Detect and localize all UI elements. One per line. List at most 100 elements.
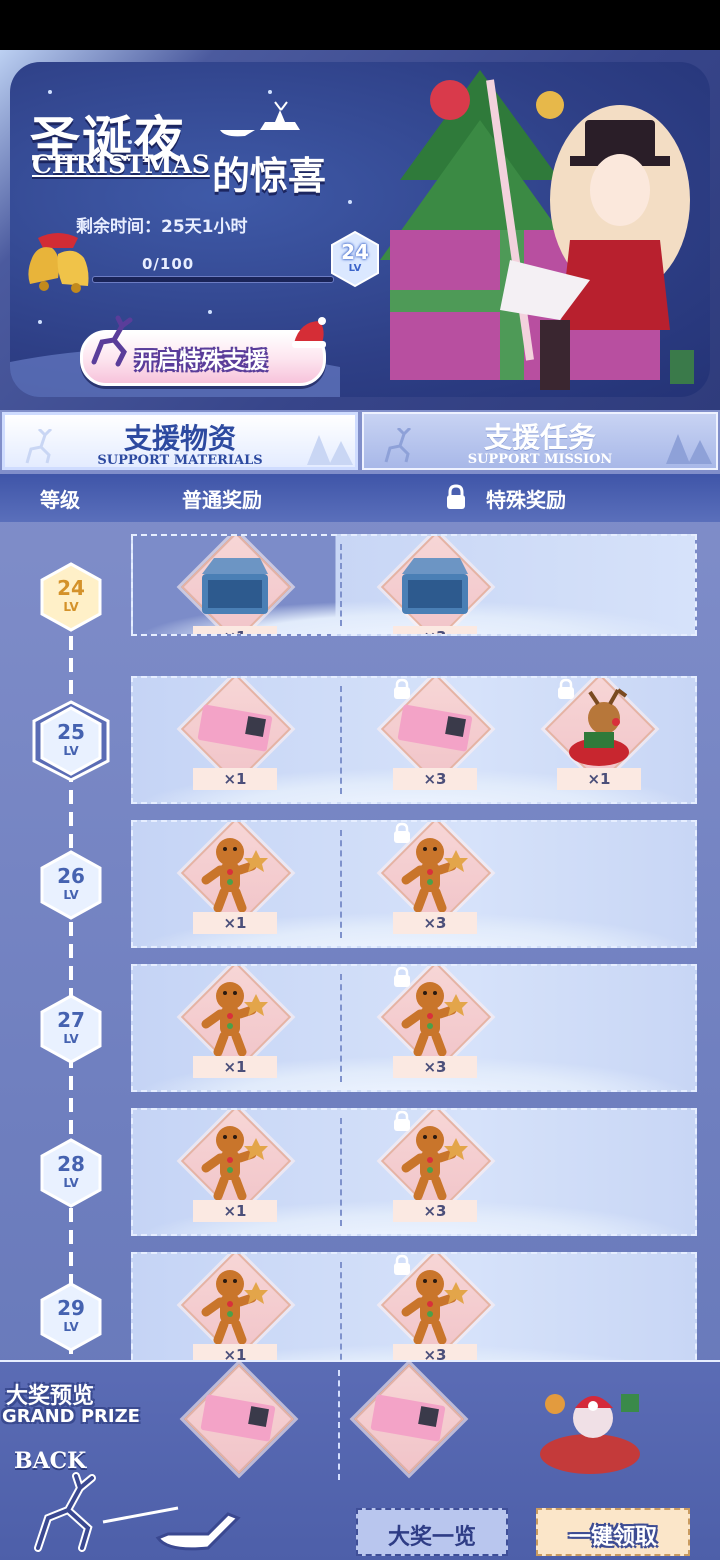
- gingerbread-man-icon: [401, 838, 468, 912]
- reward-item[interactable]: ×3: [380, 536, 492, 634]
- lock-icon: [558, 678, 574, 699]
- reward-item[interactable]: ×3: [380, 1110, 492, 1234]
- reward-item[interactable]: ×1: [180, 822, 292, 946]
- level-unit: LV: [63, 600, 79, 614]
- reward-divider: [340, 544, 342, 626]
- reward-row[interactable]: 26 LV ×1 ×3: [0, 820, 720, 954]
- reward-row[interactable]: 25 LV ×1 ×3 ×1: [0, 676, 720, 810]
- level-number: 28: [57, 1152, 85, 1176]
- reward-item[interactable]: ×3: [380, 678, 492, 802]
- bottom-bar: 大奖预览 GRAND PRIZE BACK 大奖一览 一键领取: [0, 1360, 720, 1560]
- level-badge: 29 LV: [30, 1276, 112, 1358]
- reward-item[interactable]: ×1: [180, 536, 292, 634]
- reward-divider: [340, 686, 342, 794]
- battle-pass-page: 圣诞夜 CHRISTMAS 的惊喜 剩余时间：25天1小时 0/100 24 L…: [0, 50, 720, 1560]
- event-title-suffix: 的惊喜: [212, 153, 327, 198]
- reward-item[interactable]: ×1: [180, 678, 292, 802]
- gingerbread-man-icon: [401, 1270, 468, 1344]
- grand-prize-item[interactable]: [530, 1366, 650, 1488]
- lock-icon: [394, 1254, 410, 1275]
- lock-icon: [394, 822, 410, 843]
- gingerbread-man-icon: [201, 838, 268, 912]
- exp-progress-text: 0/100: [142, 255, 195, 273]
- header-normal-reward: 普通奖励: [182, 488, 262, 512]
- tab-subtitle: SUPPORT MATERIALS: [97, 453, 263, 468]
- level-number: 24: [57, 576, 85, 600]
- event-title-en: CHRISTMAS: [32, 150, 210, 179]
- special-support-label: 开启特殊支援: [135, 349, 268, 374]
- reward-card: ×1 ×3: [131, 1252, 697, 1360]
- reward-row[interactable]: 28 LV ×1 ×3: [0, 1108, 720, 1242]
- blue-ammo-crate-icon: [202, 558, 268, 614]
- back-button-label: BACK: [14, 1448, 87, 1474]
- reindeer-icon: [91, 315, 133, 367]
- claim-all-button[interactable]: 一键领取: [536, 1508, 690, 1556]
- item-quantity: ×3: [393, 912, 477, 934]
- item-quantity: ×1: [193, 768, 277, 790]
- reindeer-furniture-icon: [569, 688, 629, 766]
- gingerbread-man-icon: [201, 1126, 268, 1200]
- gingerbread-man-icon: [401, 1126, 468, 1200]
- reward-item[interactable]: ×1: [544, 678, 656, 802]
- tab-support-materials[interactable]: 支援物资 SUPPORT MATERIALS: [2, 412, 358, 470]
- santa-sleigh-furniture-icon: [540, 1394, 640, 1474]
- reward-item[interactable]: ×3: [380, 1254, 492, 1360]
- reward-item[interactable]: ×3: [380, 966, 492, 1090]
- exp-progress: 0/100: [92, 255, 334, 283]
- grand-prize-label-en: GRAND PRIZE: [2, 1406, 140, 1427]
- reward-item[interactable]: ×3: [380, 822, 492, 946]
- item-quantity: ×1: [193, 1200, 277, 1222]
- item-quantity: ×1: [193, 1056, 277, 1078]
- reward-divider: [340, 830, 342, 938]
- item-quantity: ×1: [193, 626, 277, 634]
- reward-card: ×1 ×3: [131, 964, 697, 1092]
- tab-title: 支援任务: [483, 421, 596, 454]
- tab-support-mission[interactable]: 支援任务 SUPPORT MISSION: [362, 412, 718, 470]
- pink-ticket-icon: [397, 704, 473, 752]
- level-unit: LV: [63, 1032, 79, 1046]
- item-quantity: ×1: [557, 768, 641, 790]
- reward-card: ×1 ×3: [131, 1108, 697, 1236]
- reward-item[interactable]: ×1: [180, 966, 292, 1090]
- reward-item[interactable]: ×1: [180, 1110, 292, 1234]
- item-quantity: ×1: [193, 912, 277, 934]
- header-level: 等级: [40, 488, 80, 512]
- lock-icon: [394, 1110, 410, 1131]
- grand-prize-list-button[interactable]: 大奖一览: [356, 1508, 508, 1556]
- reward-row[interactable]: 24LV ×1 ×3: [0, 534, 720, 666]
- remaining-time: 剩余时间：25天1小时: [76, 217, 248, 237]
- status-bar: [0, 0, 720, 50]
- app-root: 圣诞夜 CHRISTMAS 的惊喜 剩余时间：25天1小时 0/100 24 L…: [0, 0, 720, 1560]
- level-badge: 27 LV: [30, 988, 112, 1070]
- gingerbread-man-icon: [201, 982, 268, 1056]
- level-number: 26: [57, 864, 85, 888]
- grand-prize-divider: [338, 1370, 340, 1480]
- level-unit: LV: [63, 744, 79, 758]
- lock-icon: [394, 966, 410, 987]
- item-quantity: ×3: [393, 1056, 477, 1078]
- reward-row[interactable]: 29 LV ×1 ×3: [0, 1252, 720, 1360]
- reward-card: ×1 ×3: [131, 820, 697, 948]
- santa-hat-icon: [292, 317, 326, 348]
- level-number: 29: [57, 1296, 85, 1320]
- level-badge: 28 LV: [30, 1132, 112, 1214]
- sleigh-icon: [220, 101, 300, 137]
- level-unit: LV: [63, 1320, 79, 1334]
- reward-card: ×1 ×3: [131, 534, 697, 636]
- reward-divider: [340, 1118, 342, 1226]
- reward-divider: [340, 1262, 342, 1360]
- gingerbread-man-icon: [401, 982, 468, 1056]
- event-banner: 圣诞夜 CHRISTMAS 的惊喜 剩余时间：25天1小时 0/100 24 L…: [0, 50, 720, 410]
- item-quantity: ×3: [393, 1344, 477, 1360]
- reward-item[interactable]: ×1: [180, 1254, 292, 1360]
- level-badge: 25 LV: [30, 700, 112, 782]
- gingerbread-man-icon: [201, 1270, 268, 1344]
- reward-list[interactable]: 24LV×1×325LV×1×3×126LV×1×327LV×1×328LV×1…: [0, 522, 720, 1360]
- reward-row[interactable]: 27 LV ×1 ×3: [0, 964, 720, 1098]
- grand-prize-list-label: 大奖一览: [387, 1525, 476, 1550]
- reward-divider: [340, 974, 342, 1082]
- tab-title: 支援物资: [123, 422, 236, 455]
- header-special-reward: 特殊奖励: [486, 488, 566, 512]
- level-unit: LV: [63, 1176, 79, 1190]
- grand-prize-item[interactable]: [353, 1363, 465, 1492]
